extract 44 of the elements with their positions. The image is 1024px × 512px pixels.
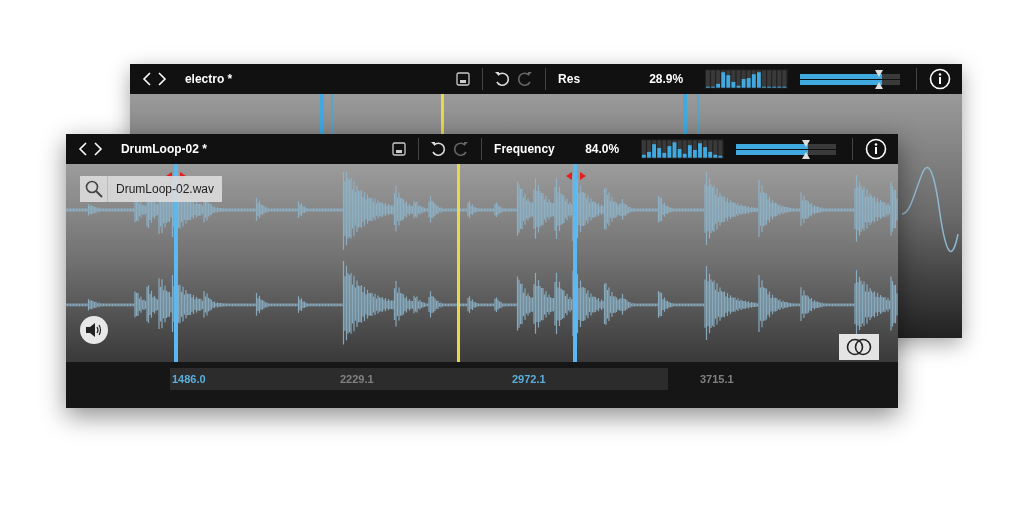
chevron-left-icon — [77, 142, 88, 156]
info-icon — [929, 68, 952, 90]
info-button[interactable] — [928, 67, 952, 91]
slider[interactable] — [735, 149, 836, 159]
slider[interactable] — [735, 139, 836, 149]
info-button[interactable] — [864, 137, 888, 161]
chevron-right-icon — [157, 72, 168, 86]
timeline-tick-label: 1486.0 — [172, 372, 206, 387]
slider-thumb[interactable] — [802, 139, 811, 149]
chevron-left-icon — [141, 72, 152, 86]
speaker-icon — [85, 322, 103, 338]
timeline-tick-label: 2972.1 — [512, 372, 546, 387]
marker-handle-icon[interactable] — [566, 172, 586, 180]
preset-title: DrumLoop-02 * — [120, 141, 208, 158]
timeline-tick-label: 3715.1 — [700, 372, 734, 387]
slider-thumb[interactable] — [875, 69, 884, 79]
search-icon — [84, 180, 103, 198]
loop-marker[interactable] — [441, 94, 444, 134]
slider[interactable] — [799, 69, 900, 79]
info-icon — [865, 138, 888, 160]
redo-icon — [516, 70, 535, 88]
playhead-marker[interactable] — [697, 94, 699, 134]
undo-icon — [429, 140, 448, 158]
preset-title: electro * — [184, 71, 234, 88]
save-button[interactable] — [454, 70, 472, 88]
playhead-marker[interactable] — [320, 94, 324, 134]
playhead-marker[interactable] — [573, 164, 577, 362]
overlapping-circles-icon — [845, 338, 873, 356]
overlay-button[interactable] — [839, 334, 879, 360]
save-button[interactable] — [390, 140, 408, 158]
file-name: DrumLoop-02.wav — [115, 181, 216, 198]
chevron-right-icon — [93, 142, 104, 156]
parameter-value: 84.0% — [584, 141, 620, 158]
speaker-button[interactable] — [80, 316, 108, 344]
slider[interactable] — [799, 79, 900, 89]
undo-icon — [493, 70, 512, 88]
parameter-label: Res — [558, 71, 582, 88]
redo-icon — [452, 140, 471, 158]
playhead-marker[interactable] — [683, 94, 687, 134]
timeline-tick-label: 2229.1 — [340, 372, 374, 387]
parameter-value: 28.9% — [648, 71, 684, 88]
parameter-label: Frequency — [494, 141, 556, 158]
loop-marker[interactable] — [457, 164, 460, 362]
playhead-marker[interactable] — [331, 94, 333, 134]
